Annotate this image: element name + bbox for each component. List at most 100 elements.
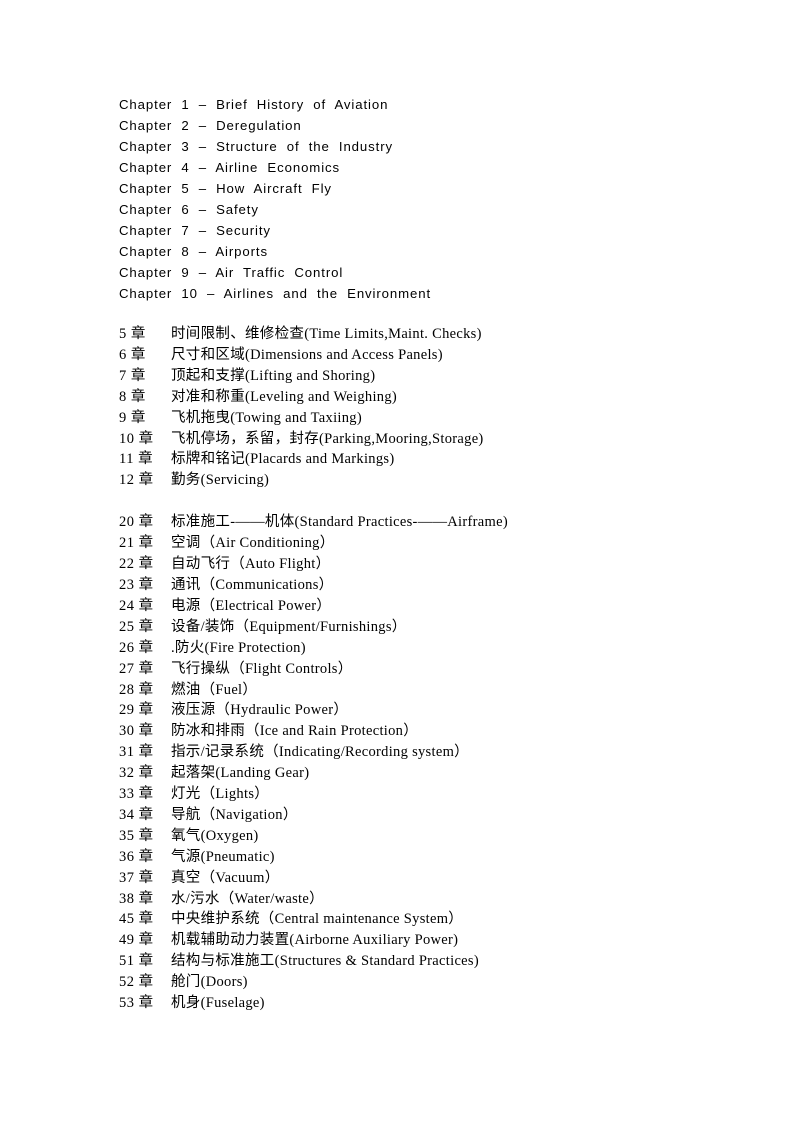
- ata-number: 49 章: [119, 932, 154, 949]
- ata-number: 9 章: [119, 409, 146, 426]
- ata-title: 灯光（Lights）: [171, 786, 270, 803]
- ata-number: 36 章: [119, 848, 154, 865]
- chapter-line: Chapter 6 – Safety: [119, 202, 259, 217]
- ata-row: 45 章 中央维护系统（Central maintenance System）: [119, 909, 679, 930]
- ata-title: 对准和称重(Leveling and Weighing): [171, 388, 398, 405]
- ata-row: 30 章 防冰和排雨（Ice and Rain Protection）: [119, 721, 679, 742]
- ata-row: 10 章 飞机停场，系留，封存(Parking,Mooring,Storage): [119, 429, 679, 450]
- ata-number: 45 章: [119, 911, 154, 928]
- ata-row: 38 章 水/污水（Water/waste）: [119, 889, 679, 910]
- chapter-line: Chapter 8 – Airports: [119, 244, 268, 259]
- ata-number: 32 章: [119, 765, 154, 782]
- ata-title: 燃油（Fuel）: [171, 681, 258, 698]
- ata-number: 31 章: [119, 744, 154, 761]
- ata-number: 51 章: [119, 953, 154, 970]
- ata-title: 中央维护系统（Central maintenance System）: [171, 911, 464, 928]
- ata-row: 32 章 起落架(Landing Gear): [119, 763, 679, 784]
- ata-number: 5 章: [119, 326, 146, 342]
- ata-number: 35 章: [119, 827, 154, 844]
- document-page: Chapter 1 – Brief History of Aviation Ch…: [0, 0, 793, 1122]
- ata-title: 水/污水（Water/waste）: [171, 890, 324, 907]
- ata-row: 5 章 时间限制、维修检查(Time Limits,Maint. Checks): [119, 324, 679, 345]
- ata-number: 24 章: [119, 597, 154, 614]
- ata-number: 7 章: [119, 367, 146, 384]
- chapter-line: Chapter 4 – Airline Economics: [119, 160, 341, 175]
- ata-row: 31 章 指示/记录系统（Indicating/Recording system…: [119, 742, 679, 763]
- ata-number: 25 章: [119, 618, 154, 635]
- ata-row: 6 章 尺寸和区域(Dimensions and Access Panels): [119, 345, 679, 366]
- ata-title: 飞机停场，系留，封存(Parking,Mooring,Storage): [171, 430, 484, 447]
- chapter-line: Chapter 7 – Security: [119, 223, 271, 238]
- ata-row: 27 章 飞行操纵（Flight Controls）: [119, 659, 679, 680]
- ata-number: 8 章: [119, 388, 146, 405]
- chapter-line: Chapter 9 – Air Traffic Control: [119, 265, 344, 280]
- ata-row: 51 章 结构与标准施工(Structures & Standard Pract…: [119, 951, 679, 972]
- ata-row: 9 章 飞机拖曳(Towing and Taxiing): [119, 408, 679, 429]
- ata-title: 顶起和支撑(Lifting and Shoring): [171, 367, 376, 384]
- ata-number: 21 章: [119, 535, 154, 552]
- ata-title: 气源(Pneumatic): [171, 848, 275, 865]
- ata-number: 37 章: [119, 869, 154, 886]
- ata-number: 52 章: [119, 974, 154, 991]
- ata-chapter-list-group-1: 5 章 时间限制、维修检查(Time Limits,Maint. Checks)…: [119, 324, 679, 491]
- ata-title: 尺寸和区域(Dimensions and Access Panels): [171, 346, 443, 363]
- ata-title: 空调（Air Conditioning）: [171, 535, 335, 552]
- ata-title: 液压源（Hydraulic Power）: [171, 702, 349, 719]
- ata-number: 20 章: [119, 514, 154, 531]
- ata-row: 49 章 机载辅助动力装置(Airborne Auxiliary Power): [119, 930, 679, 951]
- ata-title: 结构与标准施工(Structures & Standard Practices): [171, 953, 479, 970]
- ata-row: 53 章 机身(Fuselage): [119, 993, 679, 1014]
- ata-title: 指示/记录系统（Indicating/Recording system）: [171, 744, 469, 761]
- ata-number: 11 章: [119, 451, 154, 468]
- ata-number: 12 章: [119, 472, 154, 489]
- ata-number: 33 章: [119, 786, 154, 803]
- ata-title: 通讯（Communications）: [171, 576, 334, 593]
- ata-title: 标准施工-――机体(Standard Practices-――Airframe): [171, 514, 508, 531]
- ata-row: 36 章 气源(Pneumatic): [119, 847, 679, 868]
- document-content: Chapter 1 – Brief History of Aviation Ch…: [119, 94, 679, 1014]
- ata-row: 8 章 对准和称重(Leveling and Weighing): [119, 387, 679, 408]
- ata-number: 22 章: [119, 556, 154, 573]
- ata-number: 27 章: [119, 660, 154, 677]
- ata-row: 24 章 电源（Electrical Power）: [119, 596, 679, 617]
- ata-title: 导航（Navigation）: [171, 806, 298, 823]
- ata-row: 29 章 液压源（Hydraulic Power）: [119, 700, 679, 721]
- ata-number: 10 章: [119, 430, 154, 447]
- chapter-line: Chapter 10 – Airlines and the Environmen…: [119, 286, 432, 301]
- ata-number: 34 章: [119, 806, 154, 823]
- ata-number: 29 章: [119, 702, 154, 719]
- ata-title: 标牌和铭记(Placards and Markings): [171, 451, 395, 468]
- ata-title: 机载辅助动力装置(Airborne Auxiliary Power): [171, 932, 459, 949]
- chapter-line: Chapter 1 – Brief History of Aviation: [119, 97, 389, 112]
- ata-title: 自动飞行（Auto Flight）: [171, 556, 331, 573]
- ata-number: 6 章: [119, 346, 146, 363]
- chapter-line: Chapter 5 – How Aircraft Fly: [119, 181, 332, 196]
- ata-row: 35 章 氧气(Oxygen): [119, 826, 679, 847]
- ata-row: 25 章 设备/装饰（Equipment/Furnishings）: [119, 617, 679, 638]
- ata-chapter-list-group-2: 20 章 标准施工-――机体(Standard Practices-――Airf…: [119, 512, 679, 1014]
- ata-title: 舱门(Doors): [171, 974, 248, 991]
- ata-title: 飞机拖曳(Towing and Taxiing): [171, 409, 362, 426]
- english-chapter-list: Chapter 1 – Brief History of Aviation Ch…: [119, 94, 679, 304]
- ata-title: 机身(Fuselage): [171, 995, 265, 1012]
- ata-title: 氧气(Oxygen): [171, 827, 259, 844]
- ata-row: 26 章 .防火(Fire Protection): [119, 638, 679, 659]
- ata-row: 28 章 燃油（Fuel）: [119, 680, 679, 701]
- ata-row: 11 章 标牌和铭记(Placards and Markings): [119, 449, 679, 470]
- chapter-line: Chapter 2 – Deregulation: [119, 118, 302, 133]
- ata-row: 7 章 顶起和支撑(Lifting and Shoring): [119, 366, 679, 387]
- ata-number: 53 章: [119, 995, 154, 1012]
- ata-title: 飞行操纵（Flight Controls）: [171, 660, 353, 677]
- ata-row: 52 章 舱门(Doors): [119, 972, 679, 993]
- ata-title: .防火(Fire Protection): [171, 639, 306, 656]
- chapter-line: Chapter 3 – Structure of the Industry: [119, 139, 393, 154]
- ata-number: 28 章: [119, 681, 154, 698]
- ata-number: 23 章: [119, 576, 154, 593]
- ata-row: 12 章 勤务(Servicing): [119, 470, 679, 491]
- ata-title: 设备/装饰（Equipment/Furnishings）: [171, 618, 407, 635]
- ata-title: 勤务(Servicing): [171, 472, 270, 489]
- ata-title: 起落架(Landing Gear): [171, 765, 310, 782]
- ata-row: 34 章 导航（Navigation）: [119, 805, 679, 826]
- ata-title: 时间限制、维修检查(Time Limits,Maint. Checks): [171, 326, 482, 342]
